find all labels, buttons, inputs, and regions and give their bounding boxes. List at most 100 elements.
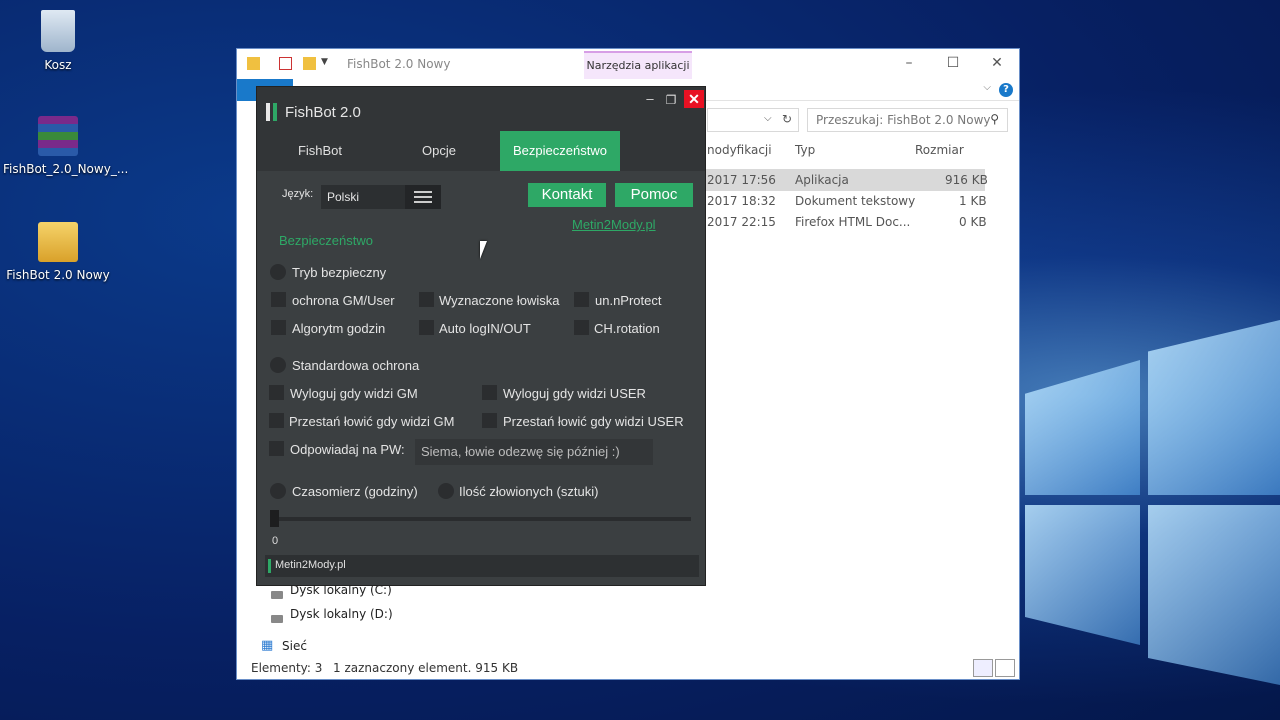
- chevron-down-icon[interactable]: ▼: [321, 57, 334, 70]
- tab-fishbot[interactable]: FishBot: [257, 131, 383, 171]
- desktop-icon-recycle-bin[interactable]: Kosz: [3, 10, 113, 72]
- tab-application-tools[interactable]: Narzędzia aplikacji: [584, 51, 692, 79]
- details-view-button[interactable]: [973, 659, 993, 677]
- safe-mode-label: Tryb bezpieczny: [292, 265, 387, 280]
- reply-message-text: Siema, łowie odezwę się później :): [421, 444, 620, 459]
- column-header-size[interactable]: Rozmiar: [915, 143, 964, 157]
- cell-size: 916 KB: [945, 173, 988, 187]
- folder-icon: [247, 57, 260, 70]
- gm-user-protection-label: ochrona GM/User: [292, 293, 395, 308]
- tab-bar: FishBot Opcje Bezpieczeństwo: [257, 131, 705, 171]
- maximize-button[interactable]: ☐: [943, 55, 963, 71]
- logo-pane: [1148, 505, 1280, 685]
- drive-icon: [271, 591, 283, 599]
- desktop-icon-folder[interactable]: FishBot 2.0 Nowy: [3, 222, 113, 282]
- app-title: FishBot 2.0: [285, 104, 361, 121]
- logout-gm-label: Wyloguj gdy widzi GM: [290, 386, 418, 401]
- logout-gm-checkbox[interactable]: [269, 385, 284, 400]
- close-button[interactable]: ✕: [684, 90, 704, 108]
- search-placeholder: Przeszukaj: FishBot 2.0 Nowy: [816, 113, 991, 127]
- minimize-button[interactable]: –: [643, 92, 657, 107]
- standard-protection-label: Standardowa ochrona: [292, 358, 420, 373]
- desktop-icon-archive[interactable]: FishBot_2.0_Nowy_...: [3, 116, 128, 176]
- folder-icon: [38, 222, 78, 262]
- caught-count-label: Ilość złowionych (sztuki): [459, 484, 599, 499]
- status-bar: Metin2Mody.pl: [265, 555, 699, 577]
- desktop-icon-label: FishBot_2.0_Nowy_...: [3, 162, 129, 176]
- properties-icon[interactable]: [279, 57, 292, 70]
- unprotect-label: un.nProtect: [595, 293, 662, 308]
- menu-icon[interactable]: [405, 185, 441, 209]
- large-icons-view-button[interactable]: [995, 659, 1015, 677]
- status-item-count: Elementy: 3: [251, 661, 323, 675]
- cell-date: 2017 22:15: [707, 215, 776, 229]
- stop-fishing-gm-label: Przestań łowić gdy widzi GM: [289, 414, 455, 429]
- column-header-modified[interactable]: nodyfikacji: [707, 143, 772, 157]
- timer-hours-radio[interactable]: [270, 483, 286, 499]
- hours-algorithm-label: Algorytm godzin: [292, 321, 386, 336]
- standard-protection-radio[interactable]: [270, 357, 286, 373]
- cell-size: 0 KB: [959, 215, 987, 229]
- cell-type: Firefox HTML Doc...: [795, 215, 911, 229]
- logo-pane: [1025, 505, 1140, 645]
- fishing-spots-checkbox[interactable]: [419, 292, 434, 307]
- safe-mode-radio[interactable]: [270, 264, 286, 280]
- site-link[interactable]: Metin2Mody.pl: [572, 217, 656, 232]
- recycle-bin-icon: [41, 10, 75, 52]
- caught-count-radio[interactable]: [438, 483, 454, 499]
- logo-pane: [1148, 320, 1280, 495]
- ch-rotation-label: CH.rotation: [594, 321, 660, 336]
- column-header-type[interactable]: Typ: [795, 143, 815, 157]
- timer-hours-label: Czasomierz (godziny): [292, 484, 418, 499]
- close-button[interactable]: ✕: [987, 55, 1007, 71]
- language-value: Polski: [327, 190, 360, 204]
- language-label: Język:: [282, 188, 314, 200]
- stop-fishing-user-checkbox[interactable]: [482, 413, 497, 428]
- winrar-archive-icon: [38, 116, 78, 156]
- app-logo-icon: [266, 103, 270, 121]
- auto-login-checkbox[interactable]: [419, 320, 434, 335]
- explorer-titlebar[interactable]: ▼ FishBot 2.0 Nowy Narzędzia aplikacji –…: [237, 49, 1019, 79]
- explorer-title: FishBot 2.0 Nowy: [347, 57, 451, 71]
- restore-button[interactable]: ❐: [664, 93, 678, 107]
- stop-fishing-gm-checkbox[interactable]: [269, 413, 284, 428]
- status-indicator: [268, 559, 271, 573]
- chevron-down-icon[interactable]: ⌵: [983, 82, 991, 93]
- tab-options[interactable]: Opcje: [383, 131, 495, 171]
- reply-pm-checkbox[interactable]: [269, 441, 284, 456]
- search-input[interactable]: Przeszukaj: FishBot 2.0 Nowy ⚲: [807, 108, 1008, 132]
- status-text: Metin2Mody.pl: [275, 559, 346, 571]
- cell-date: 2017 17:56: [707, 173, 776, 187]
- auto-login-label: Auto logIN/OUT: [439, 321, 531, 336]
- logout-user-label: Wyloguj gdy widzi USER: [503, 386, 646, 401]
- chevron-down-icon[interactable]: ⌵: [764, 113, 772, 124]
- help-icon[interactable]: ?: [999, 83, 1013, 97]
- reply-message-input[interactable]: Siema, łowie odezwę się później :): [415, 439, 653, 465]
- help-button[interactable]: Pomoc: [615, 183, 693, 207]
- cell-size: 1 KB: [959, 194, 987, 208]
- drive-icon: [271, 615, 283, 623]
- new-folder-icon[interactable]: [303, 57, 316, 70]
- hours-algorithm-checkbox[interactable]: [271, 320, 286, 335]
- app-logo-icon: [273, 103, 277, 121]
- gm-user-protection-checkbox[interactable]: [271, 292, 286, 307]
- fishbot-window[interactable]: FishBot 2.0 – ❐ ✕ FishBot Opcje Bezpiecz…: [256, 86, 706, 586]
- cell-date: 2017 18:32: [707, 194, 776, 208]
- nav-item-network[interactable]: Sieć: [282, 639, 307, 653]
- slider-thumb[interactable]: [270, 510, 279, 527]
- unprotect-checkbox[interactable]: [574, 292, 589, 307]
- status-selection: 1 zaznaczony element. 915 KB: [333, 661, 519, 675]
- slider-track[interactable]: [271, 517, 691, 521]
- desktop-icon-label: FishBot 2.0 Nowy: [6, 268, 110, 282]
- refresh-icon[interactable]: ↻: [782, 112, 792, 126]
- minimize-button[interactable]: –: [899, 55, 919, 71]
- cell-type: Dokument tekstowy: [795, 194, 916, 208]
- fishbot-titlebar[interactable]: FishBot 2.0 – ❐ ✕: [257, 87, 705, 131]
- ch-rotation-checkbox[interactable]: [574, 320, 589, 335]
- contact-button[interactable]: Kontakt: [528, 183, 606, 207]
- search-icon: ⚲: [990, 112, 999, 126]
- logout-user-checkbox[interactable]: [482, 385, 497, 400]
- nav-item-drive-d[interactable]: Dysk lokalny (D:): [290, 607, 393, 621]
- address-bar[interactable]: ⌵ ↻: [707, 108, 799, 132]
- tab-security[interactable]: Bezpieczeństwo: [500, 131, 620, 171]
